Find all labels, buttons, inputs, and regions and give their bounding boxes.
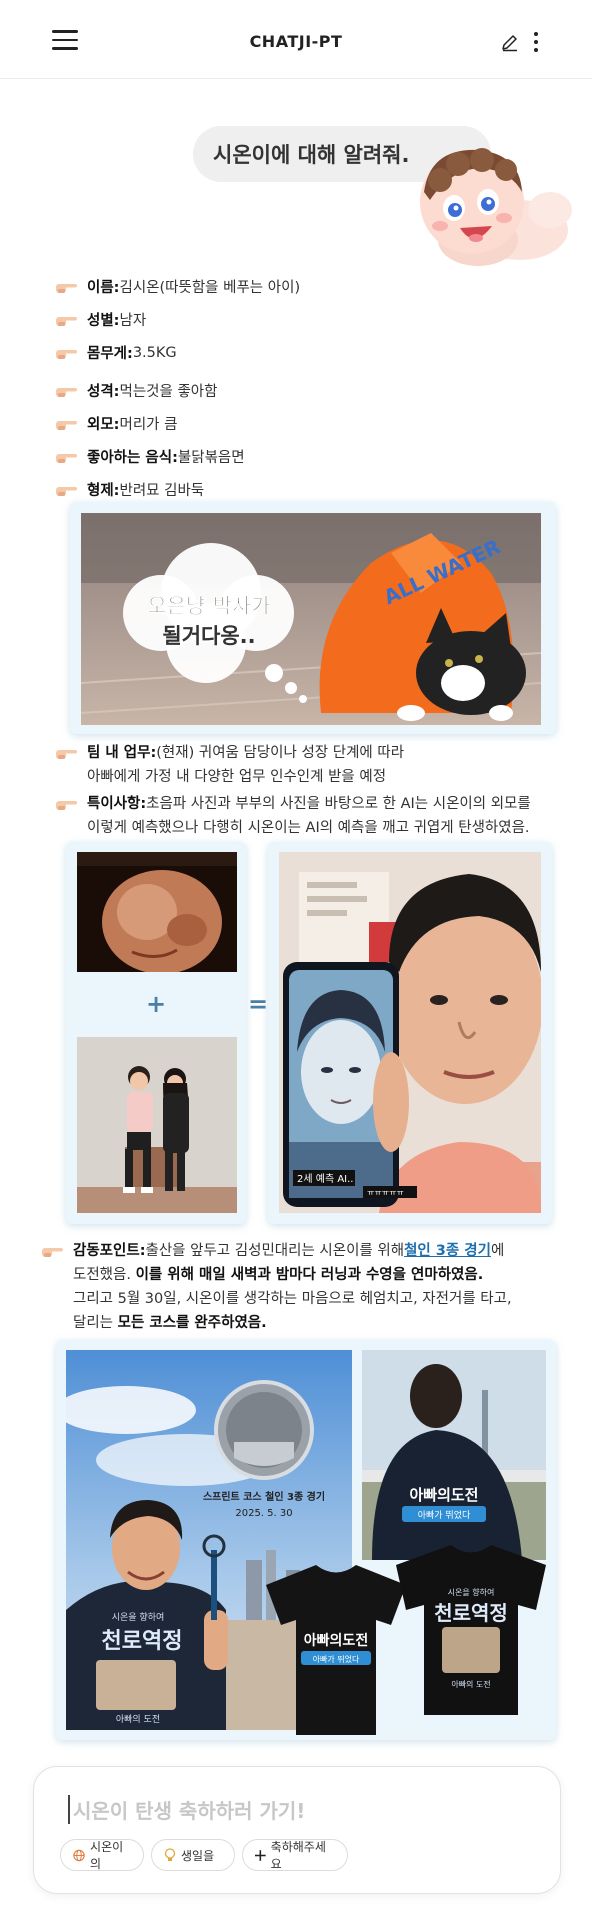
moving-point-label: 감동포인트: bbox=[73, 1243, 146, 1259]
pointing-hand-icon bbox=[56, 283, 77, 293]
triathlon-photo-card: 스프린트 코스 철인 3종 경기 2025. 5. 30 시온을 향하여 천로역… bbox=[56, 1340, 556, 1740]
phone-caption: 2세 예측 AI.. bbox=[297, 1173, 353, 1185]
tshirt1-sub: 아빠가 뛰었다 bbox=[313, 1654, 360, 1664]
top-bar: CHATJI-PT bbox=[0, 0, 592, 79]
ultrasound-photo bbox=[77, 852, 237, 972]
race-date: 2025. 5. 30 bbox=[235, 1508, 292, 1519]
pointing-hand-icon bbox=[56, 316, 77, 326]
shirt-big-text: 천로역정 bbox=[102, 1628, 183, 1654]
new-chat-icon[interactable] bbox=[500, 32, 520, 52]
pointing-hand-icon bbox=[56, 453, 77, 463]
back-title-text: 아빠의도전 bbox=[409, 1486, 478, 1504]
info-name: 이름: 김시온(따뜻함을 베푸는 아이) bbox=[56, 276, 300, 297]
equals-sign: = bbox=[247, 990, 269, 1018]
moving-point-line2b: 이를 위해 매일 새벽과 밤마다 러닝과 수영을 연마하였음. bbox=[135, 1267, 484, 1283]
info-value: 3.5KG bbox=[132, 344, 177, 361]
chip-label: 축하해주세요 bbox=[270, 1840, 326, 1871]
info-label: 외모: bbox=[87, 417, 120, 433]
baby-character-illustration bbox=[420, 148, 572, 266]
pointing-hand-icon bbox=[56, 801, 77, 810]
moving-point-line3: 그리고 5월 30일, 시온이를 생각하는 마음으로 헤엄치고, 자전거를 타고… bbox=[73, 1291, 512, 1307]
pointing-hand-icon bbox=[56, 349, 77, 359]
team-duty-line2: 아빠에게 가정 내 다양한 업무 인수인계 받을 예정 bbox=[87, 769, 387, 785]
info-label: 형제: bbox=[87, 483, 120, 499]
ai-inputs-card: + bbox=[66, 842, 246, 1224]
back-view-photo: 아빠의도전 아빠가 뛰었다 bbox=[362, 1350, 546, 1560]
info-gender: 성별: 남자 bbox=[56, 309, 146, 330]
info-value: 남자 bbox=[119, 313, 147, 329]
composer-input[interactable]: 시온이 탄생 축하하러 가기! bbox=[68, 1795, 305, 1824]
info-sibling: 형제: 반려묘 김바둑 bbox=[56, 479, 204, 500]
plus-sign: + bbox=[145, 990, 167, 1018]
info-value: 머리가 큼 bbox=[119, 417, 178, 433]
shirt-small-text: 시온을 향하여 bbox=[112, 1611, 165, 1623]
globe-icon bbox=[73, 1849, 85, 1861]
info-label: 좋아하는 음식: bbox=[87, 450, 178, 466]
info-label: 성별: bbox=[87, 313, 120, 329]
info-appearance: 외모: 머리가 큼 bbox=[56, 413, 177, 434]
pointing-hand-icon bbox=[56, 750, 77, 759]
dad-with-phone-photo: 2세 예측 AI.. ㅠㅠㅠㅠㅠ bbox=[279, 852, 541, 1213]
tshirt1-title: 아빠의도전 bbox=[304, 1632, 368, 1649]
suggestion-chip[interactable]: 축하해주세요 bbox=[242, 1839, 348, 1871]
special-note-label: 특이사항: bbox=[87, 796, 147, 812]
lightbulb-icon bbox=[164, 1848, 176, 1861]
cloud-text-line2: 될거다옹.. bbox=[162, 624, 255, 648]
pointing-hand-icon bbox=[56, 387, 77, 397]
chat-composer: 시온이 탄생 축하하러 가기! 시온이의 생일을 축하해주세요 bbox=[33, 1766, 561, 1894]
moving-point-line1b: 에 bbox=[490, 1243, 505, 1259]
plus-icon bbox=[255, 1849, 266, 1861]
triathlon-link[interactable]: 철인 3종 경기 bbox=[404, 1239, 491, 1263]
info-label: 몸무게: bbox=[87, 346, 133, 362]
moving-point: 감동포인트: 출산을 앞두고 김성민대리는 시온이를 위해 철인 3종 경기 에 … bbox=[42, 1239, 512, 1335]
special-note-line2: 이렇게 예측했으나 다행히 시온이는 AI의 예측을 깨고 귀엽게 탄생하였음. bbox=[87, 820, 530, 836]
moving-point-line2a: 도전했음. bbox=[73, 1267, 136, 1283]
team-duty: 팀 내 업무: (현재) 귀여움 담당이나 성장 단계에 따라 아빠에게 가정 … bbox=[56, 741, 404, 789]
info-favorite-food: 좋아하는 음식: 불닭볶음면 bbox=[56, 446, 245, 467]
tshirt2-sub: 아빠의 도전 bbox=[451, 1679, 490, 1689]
special-note: 특이사항: 초음파 사진과 부부의 사진을 바탕으로 한 AI는 시온이의 외모… bbox=[56, 792, 531, 840]
special-note-line1: 초음파 사진과 부부의 사진을 바탕으로 한 AI는 시온이의 외모를 bbox=[146, 796, 531, 812]
info-value: 김시온(따뜻함을 베푸는 아이) bbox=[119, 280, 301, 296]
suggestion-chip[interactable]: 시온이의 bbox=[60, 1839, 144, 1871]
tshirt2-big: 천로역정 bbox=[434, 1601, 508, 1625]
tshirt2-small: 시온을 향하여 bbox=[448, 1587, 495, 1597]
chip-label: 시온이의 bbox=[90, 1840, 124, 1871]
info-value: 먹는것을 좋아함 bbox=[119, 384, 218, 400]
race-name: 스프린트 코스 철인 3종 경기 bbox=[203, 1490, 325, 1503]
tshirt-products: 아빠의도전 아빠가 뛰었다 시온을 향하여 천로역정 아빠의 도전 bbox=[266, 1545, 546, 1735]
suggestion-chip[interactable]: 생일을 bbox=[151, 1839, 235, 1871]
cat-photo-card: ALL WATER 오은냥 박사가 될거다옹.. bbox=[70, 502, 556, 734]
info-value: 반려묘 김바둑 bbox=[119, 483, 205, 499]
cat-photo: ALL WATER 오은냥 박사가 될거다옹.. bbox=[81, 513, 541, 725]
shirt-sub-text: 아빠의 도전 bbox=[116, 1714, 160, 1725]
pointing-hand-icon bbox=[56, 486, 77, 496]
more-options-icon[interactable] bbox=[532, 32, 540, 52]
moving-point-line4b: 모든 코스를 완주하였음. bbox=[117, 1315, 267, 1331]
team-duty-line1: (현재) 귀여움 담당이나 성장 단계에 따라 bbox=[156, 745, 405, 761]
info-label: 성격: bbox=[87, 384, 120, 400]
couple-photo bbox=[77, 1037, 237, 1213]
user-message-text: 시온이에 대해 알려줘. bbox=[213, 143, 410, 167]
moving-point-line1a: 출산을 앞두고 김성민대리는 시온이를 위해 bbox=[145, 1243, 405, 1259]
info-weight: 몸무게: 3.5KG bbox=[56, 342, 177, 363]
back-sub-text: 아빠가 뛰었다 bbox=[418, 1509, 471, 1521]
moving-point-line4a: 달리는 bbox=[73, 1315, 118, 1331]
info-personality: 성격: 먹는것을 좋아함 bbox=[56, 380, 217, 401]
team-duty-label: 팀 내 업무: bbox=[87, 745, 157, 761]
info-value: 불닭볶음면 bbox=[177, 450, 245, 466]
ai-result-card: 2세 예측 AI.. ㅠㅠㅠㅠㅠ bbox=[268, 842, 552, 1224]
chip-label: 생일을 bbox=[181, 1848, 215, 1863]
info-label: 이름: bbox=[87, 280, 120, 296]
pointing-hand-icon bbox=[42, 1248, 63, 1257]
pointing-hand-icon bbox=[56, 420, 77, 430]
cloud-text-line1: 오은냥 박사가 bbox=[147, 594, 271, 618]
